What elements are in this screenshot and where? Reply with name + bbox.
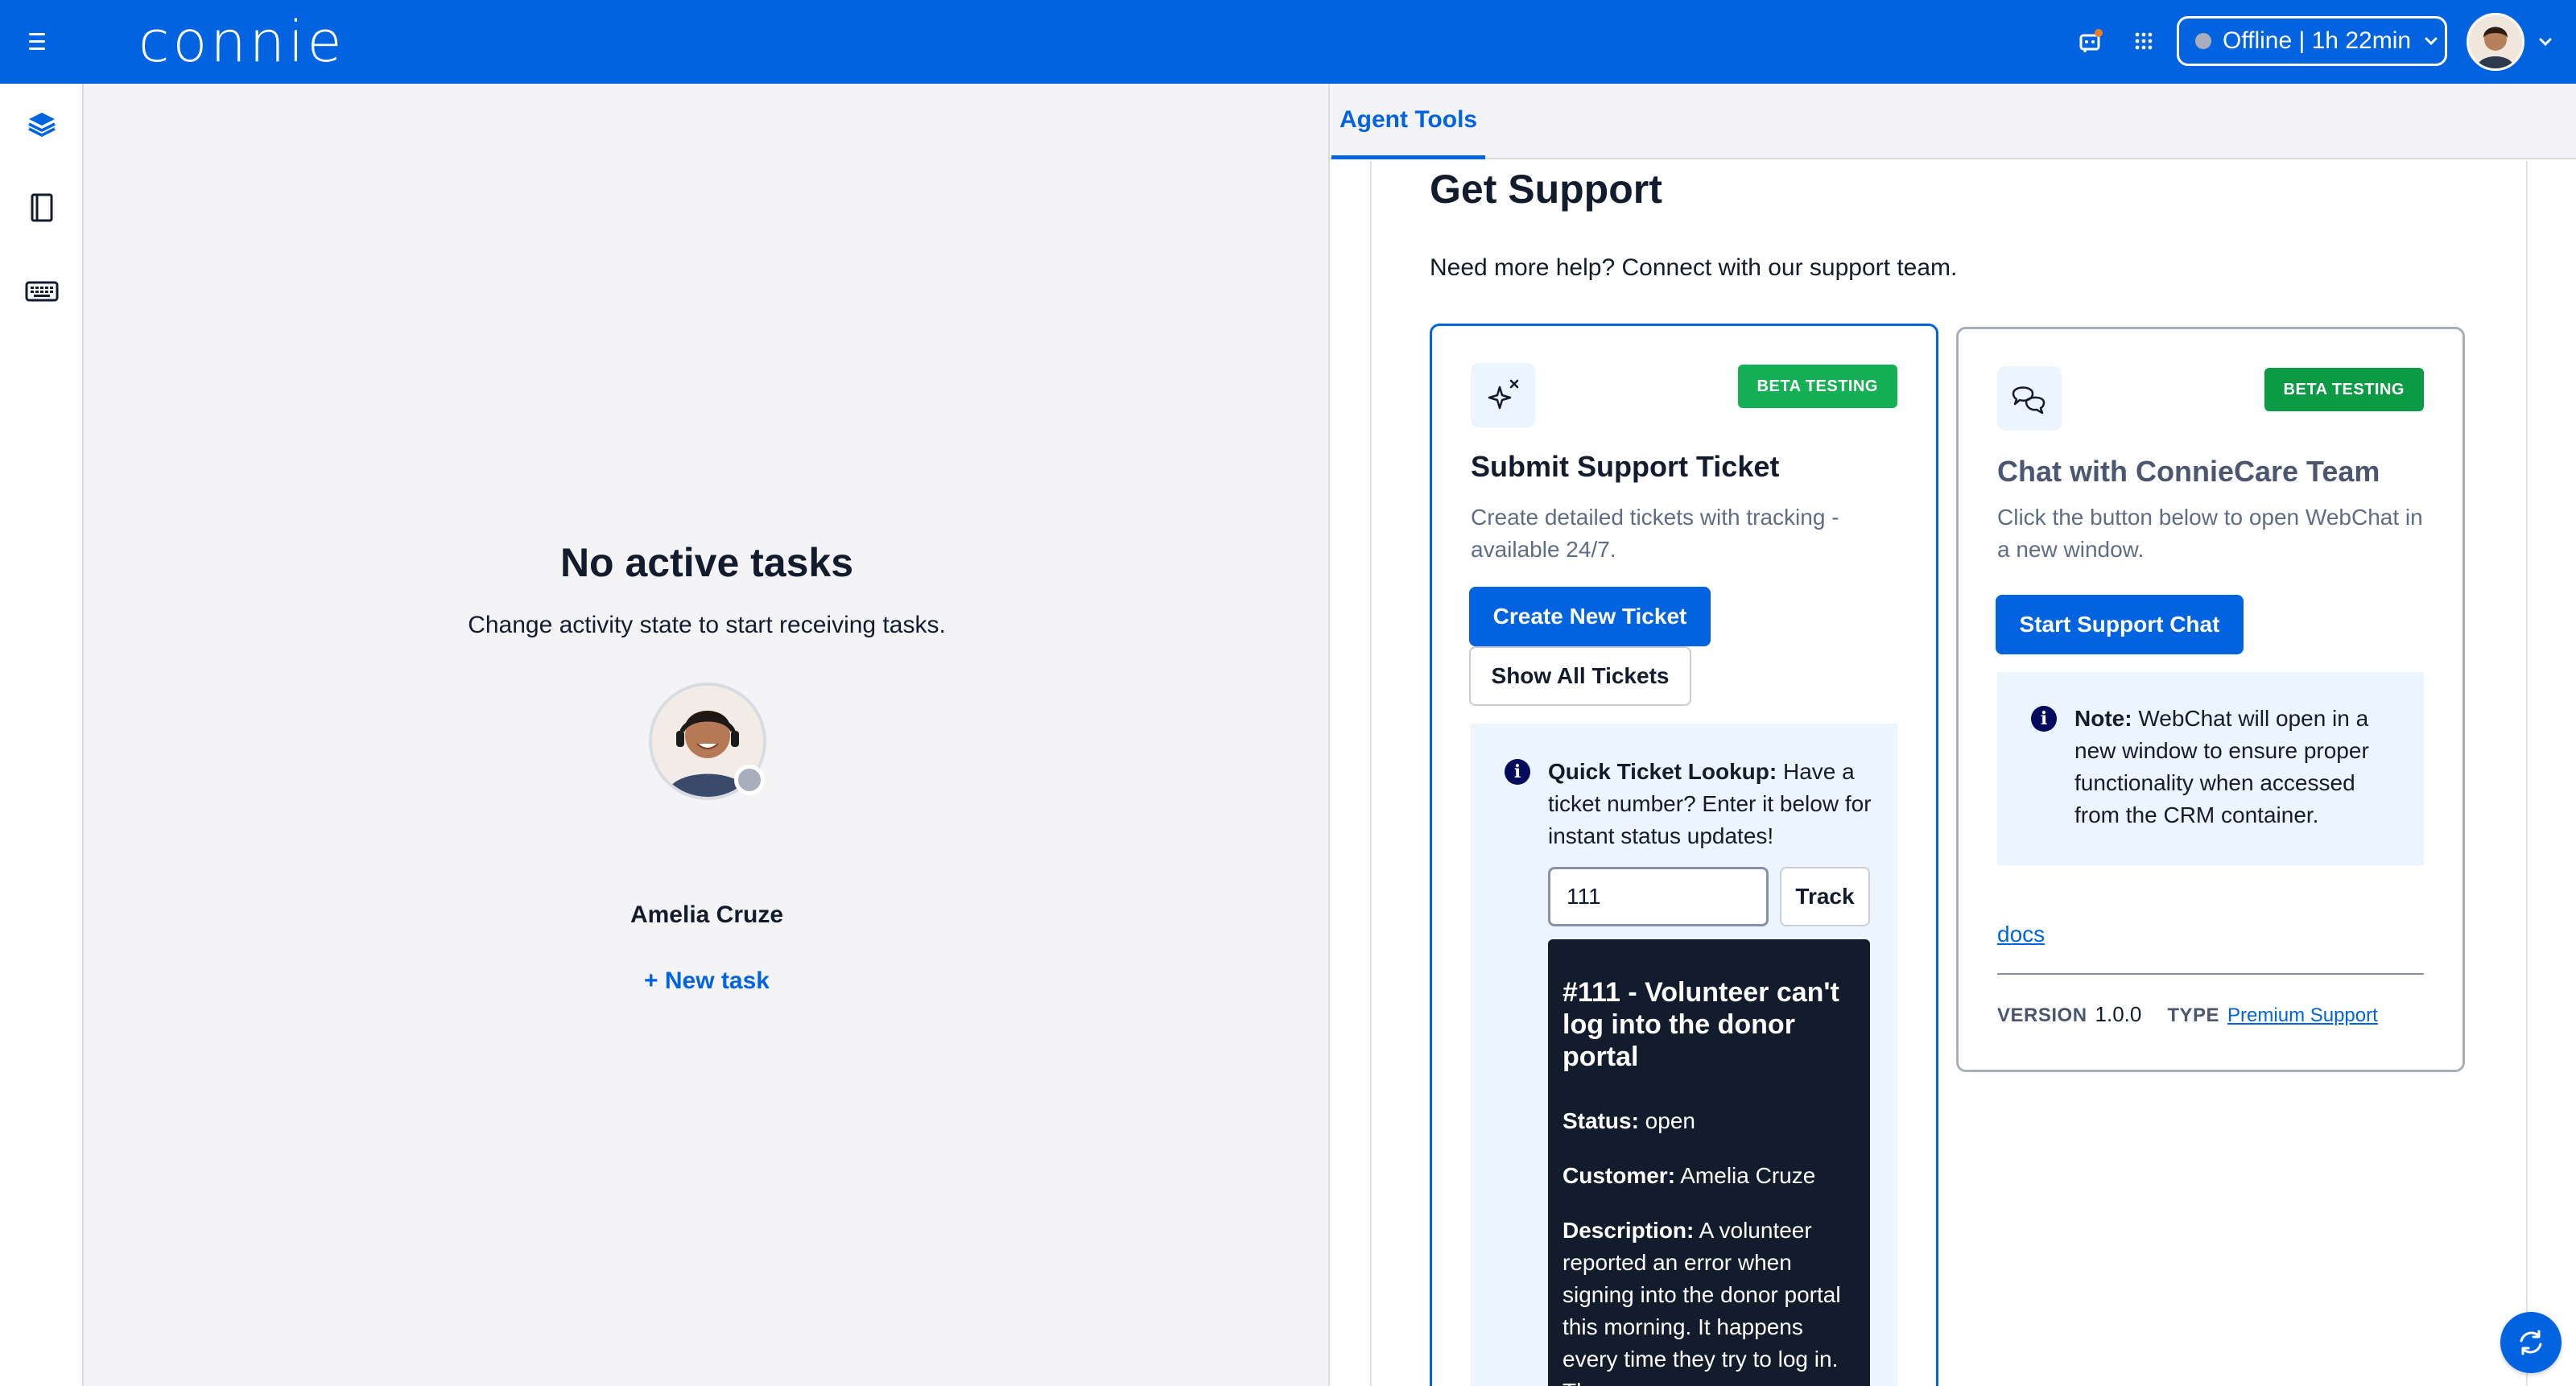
page-subtitle: Need more help? Connect with our support… xyxy=(1430,254,1958,281)
card-meta: VERSION 1.0.0 TYPE Premium Support xyxy=(1997,1002,2378,1027)
quick-lookup-box: i Quick Ticket Lookup: Have a ticket num… xyxy=(1471,724,1897,1386)
notebook-icon[interactable] xyxy=(24,190,60,225)
activity-status-dropdown[interactable]: Offline | 1h 22min xyxy=(2177,16,2447,66)
webchat-note-text: Note: WebChat will open in a new window … xyxy=(2074,706,2369,827)
quick-lookup-text: Quick Ticket Lookup: Have a ticket numbe… xyxy=(1548,759,1872,848)
ticket-card-title: Submit Support Ticket xyxy=(1471,450,1780,483)
beta-badge: BETA TESTING xyxy=(2264,368,2424,411)
ticket-customer: Customer: Amelia Cruze xyxy=(1563,1163,1816,1188)
keyboard-icon[interactable] xyxy=(24,274,60,309)
ticket-status: Status: open xyxy=(1563,1108,1695,1133)
track-button[interactable]: Track xyxy=(1780,867,1870,926)
page-title: Get Support xyxy=(1430,167,1662,212)
no-tasks-subtitle: Change activity state to start receiving… xyxy=(468,612,946,638)
create-new-ticket-button[interactable]: Create New Ticket xyxy=(1469,587,1711,646)
refresh-button[interactable] xyxy=(2500,1312,2562,1373)
new-task-link[interactable]: + New task xyxy=(84,967,1330,995)
ticket-number-input[interactable]: 111 xyxy=(1548,867,1769,926)
version-value: 1.0.0 xyxy=(2095,1002,2142,1026)
ticket-result-card: #111 - Volunteer can't log into the dono… xyxy=(1548,939,1870,1386)
task-panel: No active tasks Change activity state to… xyxy=(84,84,1330,1386)
layers-icon[interactable] xyxy=(24,106,60,142)
webchat-note-box: i Note: WebChat will open in a new windo… xyxy=(1997,672,2424,865)
chat-bubbles-icon xyxy=(1997,366,2062,431)
tab-bar: Agent Tools xyxy=(1330,84,2576,159)
premium-support-link[interactable]: Premium Support xyxy=(2227,1004,2378,1027)
top-bar: connie Offline | 1h 22min xyxy=(0,0,2576,84)
sparkle-icon xyxy=(1471,363,1535,427)
refresh-icon xyxy=(2520,1330,2542,1355)
no-tasks-title: No active tasks xyxy=(559,540,854,585)
agent-status-dot xyxy=(734,765,765,795)
status-dot xyxy=(2195,33,2211,49)
chat-card-description: Click the button below to open WebChat i… xyxy=(1997,505,2423,562)
beta-badge: BETA TESTING xyxy=(1737,365,1897,408)
ticket-description: Description: A volunteer reported an err… xyxy=(1563,1218,1841,1386)
apps-grid-icon[interactable] xyxy=(2127,24,2161,58)
start-support-chat-button[interactable]: Start Support Chat xyxy=(1996,595,2244,654)
support-chat-card: BETA TESTING Chat with ConnieCare Team C… xyxy=(1956,327,2465,1072)
chat-card-title: Chat with ConnieCare Team xyxy=(1997,455,2380,488)
ticket-result-title: #111 - Volunteer can't log into the dono… xyxy=(1563,977,1839,1072)
ticket-card-description: Create detailed tickets with tracking - … xyxy=(1471,505,1839,562)
info-icon: i xyxy=(1505,759,1530,785)
hamburger-icon[interactable] xyxy=(29,29,53,53)
info-icon: i xyxy=(2031,706,2057,732)
user-menu-chevron-icon[interactable] xyxy=(2536,32,2555,52)
user-avatar[interactable] xyxy=(2467,13,2524,71)
show-all-tickets-button[interactable]: Show All Tickets xyxy=(1469,646,1691,706)
docs-link[interactable]: docs xyxy=(1997,922,2045,947)
card-divider xyxy=(1997,973,2424,975)
side-nav xyxy=(0,84,84,1386)
agent-name: Amelia Cruze xyxy=(630,901,784,928)
notification-icon[interactable] xyxy=(2074,24,2107,58)
support-ticket-card: BETA TESTING Submit Support Ticket Creat… xyxy=(1430,324,1938,1386)
type-label: TYPE xyxy=(2167,1004,2220,1026)
chevron-down-icon xyxy=(2425,37,2438,46)
app-logo: connie xyxy=(138,9,345,75)
tab-agent-tools[interactable]: Agent Tools xyxy=(1331,84,1486,159)
activity-status-label: Offline | 1h 22min xyxy=(2223,27,2412,54)
version-label: VERSION xyxy=(1997,1004,2087,1026)
